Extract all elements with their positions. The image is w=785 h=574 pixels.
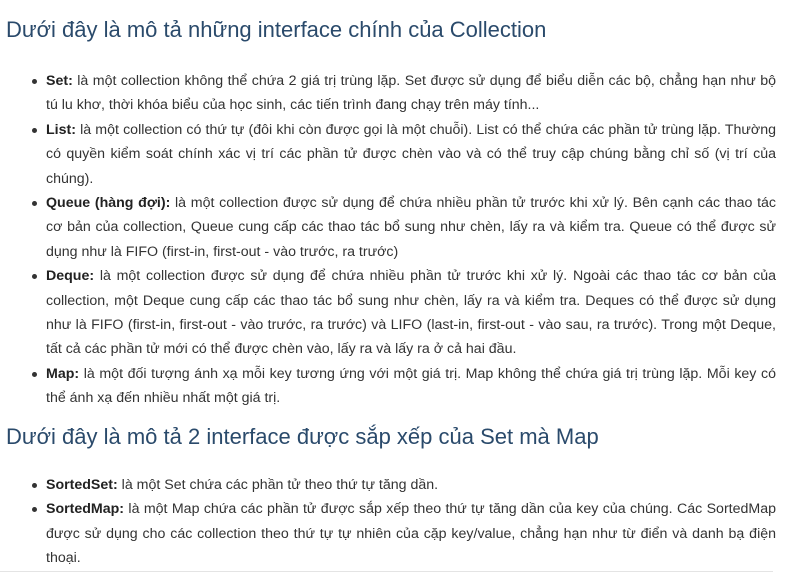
section-heading-sorted-interfaces: Dưới đây là mô tả 2 interface được sắp x… xyxy=(6,423,599,449)
list-item-deque: Deque: là một collection được sử dụng để… xyxy=(32,264,776,362)
list-item-list: List: là một collection có thứ tự (đôi k… xyxy=(32,118,776,191)
description-deque: là một collection được sử dụng để chứa n… xyxy=(46,268,776,358)
term-map: Map: xyxy=(46,365,80,382)
description-map: là một đối tượng ánh xạ mỗi key tương ứn… xyxy=(46,365,776,407)
main-interfaces-list: Set: là một collection không thể chứa 2 … xyxy=(6,69,776,411)
list-item-sortedset: SortedSet: là một Set chứa các phần tử t… xyxy=(32,473,776,497)
sorted-interfaces-list: SortedSet: là một Set chứa các phần tử t… xyxy=(6,473,776,571)
term-queue: Queue (hàng đợi): xyxy=(46,195,171,212)
section-heading-main-interfaces: Dưới đây là mô tả những interface chính … xyxy=(6,17,547,42)
list-item-sortedmap: SortedMap: là một Map chứa các phần tử đ… xyxy=(32,497,776,570)
bottom-divider xyxy=(0,571,773,572)
description-set: là một collection không thể chứa 2 giá t… xyxy=(46,73,776,114)
term-deque: Deque: xyxy=(46,268,95,285)
list-item-map: Map: là một đối tượng ánh xạ mỗi key tươ… xyxy=(32,362,776,411)
list-item-set: Set: là một collection không thể chứa 2 … xyxy=(32,69,776,118)
term-set: Set: xyxy=(46,73,73,89)
list-item-queue: Queue (hàng đợi): là một collection được… xyxy=(32,191,776,264)
term-sortedset: SortedSet: xyxy=(46,476,118,493)
description-list: là một collection có thứ tự (đôi khi còn… xyxy=(46,121,776,187)
term-sortedmap: SortedMap: xyxy=(46,501,125,518)
description-sortedmap: là một Map chứa các phần tử được sắp xếp… xyxy=(46,501,776,566)
term-list: List: xyxy=(46,121,76,138)
article-content: Dưới đây là mô tả những interface chính … xyxy=(6,0,776,570)
description-sortedset: là một Set chứa các phần tử theo thứ tự … xyxy=(117,476,439,493)
